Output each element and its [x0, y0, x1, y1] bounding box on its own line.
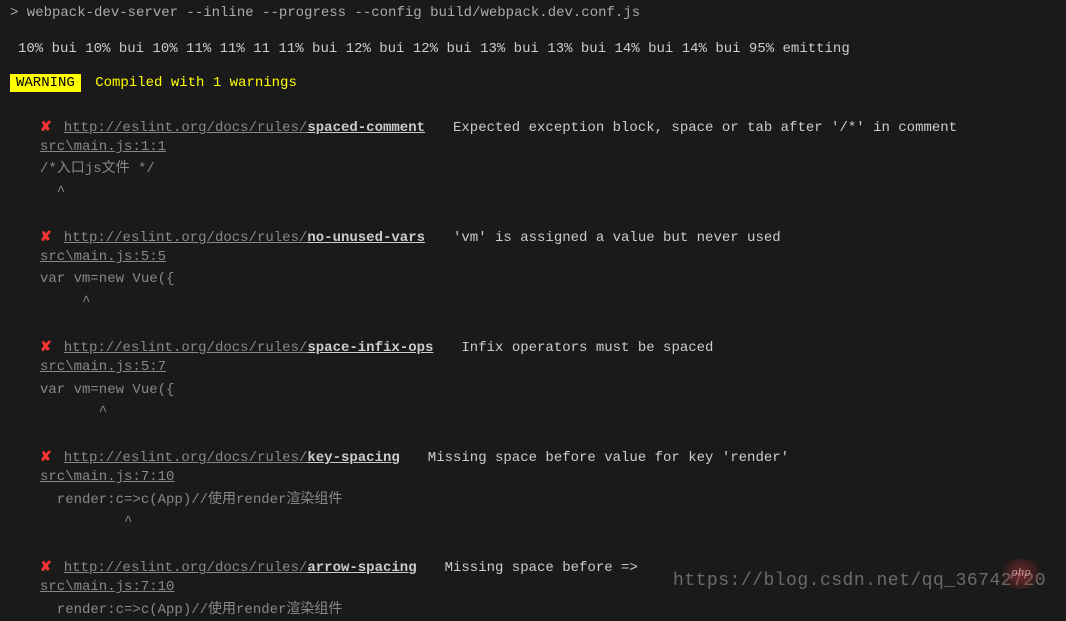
code-snippet: /*入口js文件 */ — [40, 158, 1056, 180]
lint-error: ✘ http://eslint.org/docs/rules/spaced-co… — [10, 119, 1056, 203]
error-x-icon: ✘ — [40, 449, 52, 466]
error-message: Missing space before value for key 'rend… — [428, 450, 789, 466]
error-x-icon: ✘ — [40, 339, 52, 356]
error-location[interactable]: src\main.js:1:1 — [40, 136, 1056, 158]
rule-link[interactable]: http://eslint.org/docs/rules/no-unused-v… — [64, 230, 425, 246]
rule-name: no-unused-vars — [307, 230, 425, 246]
rule-link[interactable]: http://eslint.org/docs/rules/arrow-spaci… — [64, 560, 417, 576]
error-message: Missing space before => — [445, 560, 638, 576]
caret-pointer: ^ — [40, 401, 1056, 423]
rule-name: arrow-spacing — [307, 560, 416, 576]
caret-pointer: ^ — [40, 291, 1056, 313]
code-snippet: var vm=new Vue({ — [40, 268, 1056, 290]
rule-name: key-spacing — [307, 450, 399, 466]
error-location[interactable]: src\main.js:7:10 — [40, 466, 1056, 488]
error-location[interactable]: src\main.js:5:7 — [40, 356, 1056, 378]
rule-name: space-infix-ops — [307, 340, 433, 356]
lint-error: ✘ http://eslint.org/docs/rules/space-inf… — [10, 339, 1056, 423]
warning-badge: WARNING — [10, 74, 81, 92]
code-snippet: render:c=>c(App)//使用render渲染组件 — [40, 599, 1056, 621]
php-badge-icon: php — [996, 559, 1046, 589]
progress-line: 10% bui 10% bui 10% 11% 11% 11 11% bui 1… — [10, 38, 1056, 60]
rule-name: spaced-comment — [307, 120, 425, 136]
code-snippet: var vm=new Vue({ — [40, 379, 1056, 401]
error-x-icon: ✘ — [40, 119, 52, 136]
error-message: Expected exception block, space or tab a… — [453, 120, 957, 136]
error-message: 'vm' is assigned a value but never used — [453, 230, 781, 246]
error-x-icon: ✘ — [40, 559, 52, 576]
watermark-text: https://blog.csdn.net/qq_36742720 — [673, 571, 1046, 591]
rule-link[interactable]: http://eslint.org/docs/rules/key-spacing — [64, 450, 400, 466]
warning-text: Compiled with 1 warnings — [95, 75, 297, 91]
lint-error: ✘ http://eslint.org/docs/rules/key-spaci… — [10, 449, 1056, 533]
caret-pointer: ^ — [40, 511, 1056, 533]
code-snippet: render:c=>c(App)//使用render渲染组件 — [40, 489, 1056, 511]
error-message: Infix operators must be spaced — [461, 340, 713, 356]
caret-pointer: ^ — [40, 181, 1056, 203]
rule-link[interactable]: http://eslint.org/docs/rules/spaced-comm… — [64, 120, 425, 136]
command-line: > webpack-dev-server --inline --progress… — [10, 0, 1056, 24]
lint-error: ✘ http://eslint.org/docs/rules/no-unused… — [10, 229, 1056, 313]
error-location[interactable]: src\main.js:5:5 — [40, 246, 1056, 268]
error-x-icon: ✘ — [40, 229, 52, 246]
rule-link[interactable]: http://eslint.org/docs/rules/space-infix… — [64, 340, 434, 356]
warning-line: WARNING Compiled with 1 warnings — [10, 75, 1056, 91]
